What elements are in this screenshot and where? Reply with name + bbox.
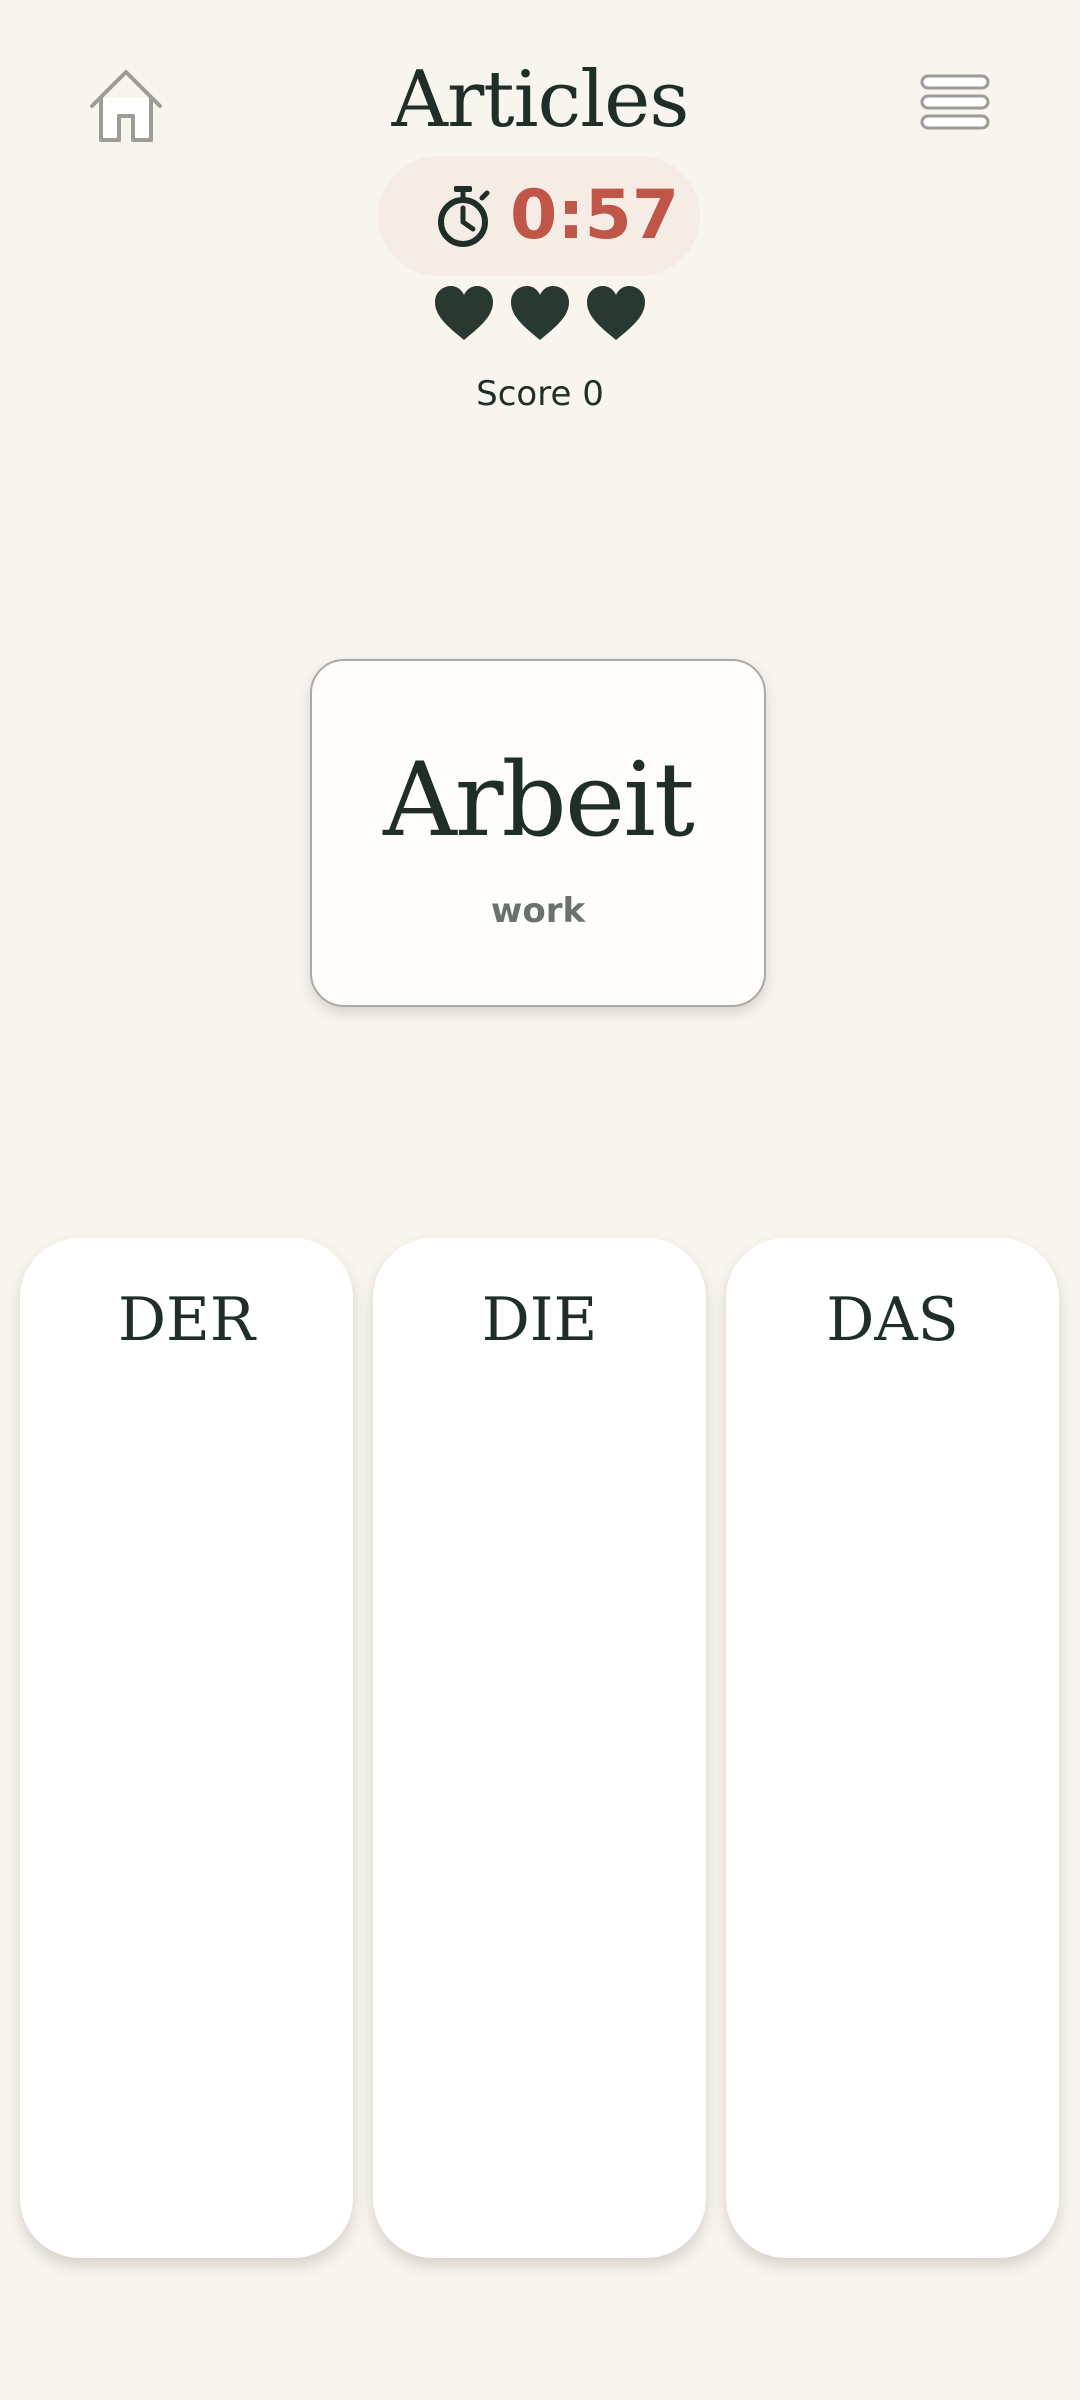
translation: work [490,891,586,931]
timer-value: 0:57 [510,176,680,255]
heart-icon [587,286,645,340]
article-label-die: DIE [481,1285,598,1355]
menu-icon [920,74,990,130]
heart-icon [511,286,569,340]
article-column-das[interactable]: DAS [726,1238,1059,2258]
score-label: Score 0 [476,374,604,414]
heart-icon [435,286,493,340]
article-label-das: DAS [826,1285,959,1355]
article-label-der: DER [117,1285,256,1355]
timer: 0:57 [378,156,700,276]
article-column-der[interactable]: DER [20,1238,353,2258]
article-column-die[interactable]: DIE [373,1238,706,2258]
lives [433,284,647,348]
stopwatch-icon [438,186,490,247]
menu-button[interactable] [918,72,992,136]
word: Arbeit [383,741,695,860]
word-card[interactable]: Arbeit work [310,659,766,1007]
